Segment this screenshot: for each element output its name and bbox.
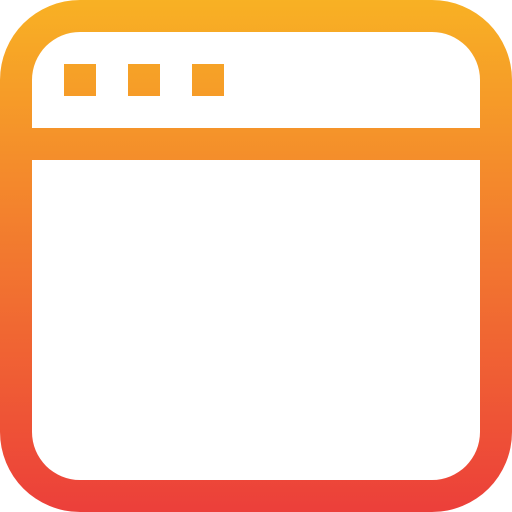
window-control-dot	[192, 64, 224, 96]
window-controls	[64, 64, 224, 96]
browser-window-icon	[0, 0, 512, 512]
window-control-dot	[128, 64, 160, 96]
window-control-dot	[64, 64, 96, 96]
browser-window-icon-canvas	[0, 0, 512, 512]
title-bar-divider	[16, 128, 496, 160]
